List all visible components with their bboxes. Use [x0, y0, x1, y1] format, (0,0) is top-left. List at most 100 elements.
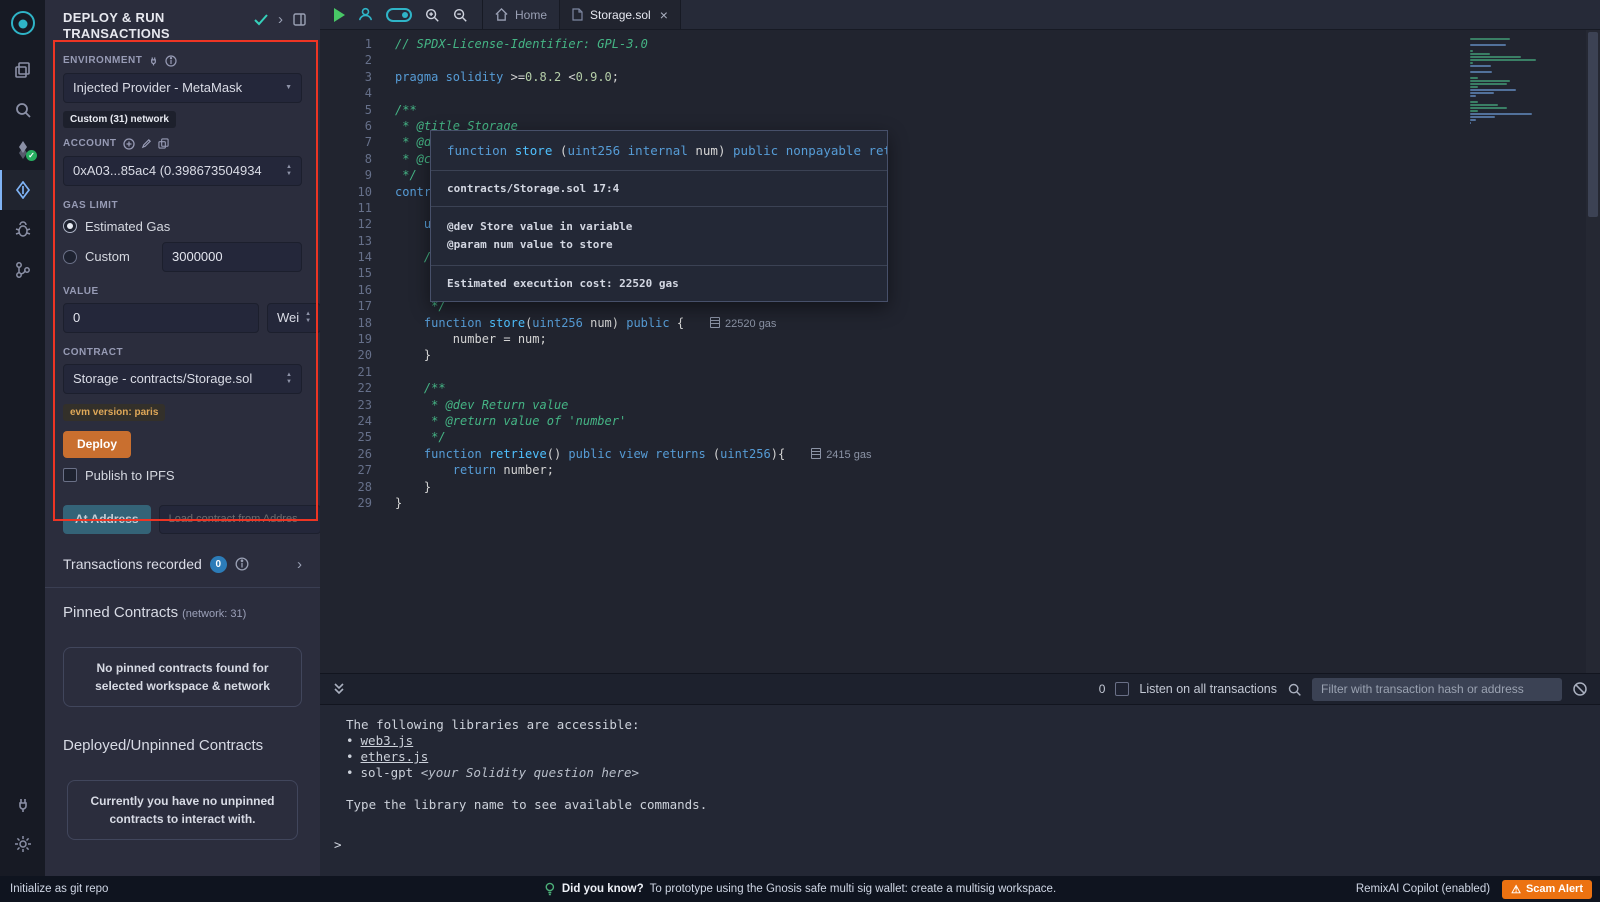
deploy-button[interactable]: Deploy: [63, 431, 131, 458]
minimap-line: [1470, 107, 1507, 109]
copilot-status-label[interactable]: RemixAI Copilot (enabled): [1356, 883, 1490, 895]
terminal-link[interactable]: ethers.js: [361, 749, 429, 764]
code-line[interactable]: 20 }: [320, 347, 1600, 363]
icon-sidebar: ✓: [0, 0, 45, 876]
code-line[interactable]: 26 function retrieve() public view retur…: [320, 446, 1600, 462]
code-line[interactable]: 4: [320, 85, 1600, 101]
minimap-line: [1470, 95, 1476, 97]
code-line[interactable]: 21: [320, 364, 1600, 380]
value-input[interactable]: [63, 303, 259, 333]
git-icon[interactable]: [0, 250, 45, 290]
publish-ipfs-label: Publish to IPFS: [85, 468, 175, 483]
line-number: 8: [320, 151, 372, 167]
code-text: [372, 200, 395, 216]
code-line[interactable]: 25 */: [320, 429, 1600, 445]
publish-ipfs-checkbox[interactable]: [63, 468, 77, 482]
warning-icon: ⚠: [1511, 883, 1521, 896]
code-text: }: [372, 495, 402, 511]
scrollbar-thumb[interactable]: [1588, 32, 1598, 217]
code-editor[interactable]: 1// SPDX-License-Identifier: GPL-3.023pr…: [320, 30, 1600, 703]
line-number: 12: [320, 216, 372, 232]
debugger-icon[interactable]: [0, 210, 45, 250]
code-text: [372, 364, 395, 380]
minimap-line: [1470, 116, 1495, 118]
code-line[interactable]: 3pragma solidity >=0.8.2 <0.9.0;: [320, 69, 1600, 85]
gas-limit-label: GAS LIMIT: [63, 200, 118, 211]
listen-transactions-checkbox[interactable]: [1115, 682, 1129, 696]
deploy-run-icon[interactable]: [0, 170, 45, 210]
divider: [45, 587, 320, 588]
panel-expand-icon[interactable]: ›: [278, 12, 283, 27]
ai-toggle[interactable]: [386, 8, 412, 22]
editor-scrollbar[interactable]: [1586, 30, 1600, 703]
terminal-line: Type the library name to see available c…: [346, 797, 1600, 813]
info-icon[interactable]: [165, 55, 177, 67]
clear-console-icon[interactable]: [1572, 681, 1588, 697]
settings-icon[interactable]: [0, 824, 45, 864]
pin-panel-icon[interactable]: [293, 13, 306, 26]
contract-select[interactable]: Storage - contracts/Storage.sol ▲▼: [63, 364, 302, 394]
tab-storage-sol[interactable]: Storage.sol ×: [560, 0, 681, 29]
transaction-filter-input[interactable]: [1312, 678, 1562, 701]
tooltip-doc-param: @param num value to store: [447, 236, 871, 254]
code-line[interactable]: 23 * @dev Return value: [320, 397, 1600, 413]
code-line[interactable]: 24 * @return value of 'number': [320, 413, 1600, 429]
minimap-line: [1470, 59, 1536, 61]
terminal[interactable]: The following libraries are accessible:•…: [320, 705, 1600, 876]
code-line[interactable]: 27 return number;: [320, 462, 1600, 478]
copilot-icon[interactable]: [357, 6, 374, 23]
account-label: ACCOUNT: [63, 138, 117, 149]
plugin-manager-icon[interactable]: [0, 784, 45, 824]
git-init-label[interactable]: Initialize as git repo: [0, 883, 108, 895]
deployed-contracts-title: Deployed/Unpinned Contracts: [45, 737, 320, 754]
minimap[interactable]: [1470, 38, 1574, 125]
expand-terminal-icon[interactable]: [332, 682, 346, 696]
terminal-link[interactable]: web3.js: [361, 733, 414, 748]
line-number: 28: [320, 479, 372, 495]
account-select[interactable]: 0xA03...85ac4 (0.398673504934 ▲▼: [63, 156, 302, 186]
add-account-icon[interactable]: [123, 138, 135, 150]
value-unit-select[interactable]: Wei ▲▼: [267, 303, 320, 333]
environment-select[interactable]: Injected Provider - MetaMask ▼: [63, 73, 302, 103]
custom-gas-input[interactable]: [162, 242, 302, 272]
close-tab-icon[interactable]: ×: [660, 7, 668, 23]
line-number: 13: [320, 233, 372, 249]
transactions-expand-icon[interactable]: ›: [297, 557, 302, 572]
tab-home[interactable]: Home: [483, 0, 560, 29]
zoom-in-icon[interactable]: [424, 7, 440, 23]
listen-transactions-label: Listen on all transactions: [1139, 682, 1277, 696]
line-number: 22: [320, 380, 372, 396]
minimap-line: [1470, 89, 1516, 91]
custom-gas-radio[interactable]: [63, 250, 77, 264]
run-script-icon[interactable]: [334, 8, 345, 22]
code-line[interactable]: 2: [320, 52, 1600, 68]
estimated-gas-radio[interactable]: [63, 219, 77, 233]
code-line[interactable]: 28 }: [320, 479, 1600, 495]
code-line[interactable]: 5/**: [320, 102, 1600, 118]
code-line[interactable]: 29}: [320, 495, 1600, 511]
search-icon[interactable]: [1287, 682, 1302, 697]
zoom-out-icon[interactable]: [452, 7, 468, 23]
line-number: 2: [320, 52, 372, 68]
plug-icon[interactable]: [148, 55, 159, 66]
terminal-output: The following libraries are accessible:•…: [334, 717, 1600, 813]
remix-logo[interactable]: [6, 6, 40, 40]
tab-bar: Home Storage.sol ×: [320, 0, 1600, 30]
code-line[interactable]: 18 function store(uint256 num) public {2…: [320, 315, 1600, 331]
at-address-input[interactable]: [159, 505, 320, 534]
code-line[interactable]: 22 /**: [320, 380, 1600, 396]
code-line[interactable]: 1// SPDX-License-Identifier: GPL-3.0: [320, 36, 1600, 52]
scam-alert-button[interactable]: ⚠Scam Alert: [1502, 880, 1592, 899]
info-icon[interactable]: [235, 557, 249, 571]
terminal-prompt[interactable]: >: [334, 837, 1600, 853]
minimap-line: [1470, 83, 1507, 85]
at-address-button[interactable]: At Address: [63, 505, 151, 534]
edit-account-icon[interactable]: [141, 138, 152, 149]
gas-estimate-badge: 2415 gas: [811, 449, 871, 461]
solidity-compiler-icon[interactable]: ✓: [0, 130, 45, 170]
minimap-line: [1470, 77, 1478, 79]
code-line[interactable]: 19 number = num;: [320, 331, 1600, 347]
search-icon[interactable]: [0, 90, 45, 130]
copy-account-icon[interactable]: [158, 138, 169, 149]
file-explorer-icon[interactable]: [0, 50, 45, 90]
